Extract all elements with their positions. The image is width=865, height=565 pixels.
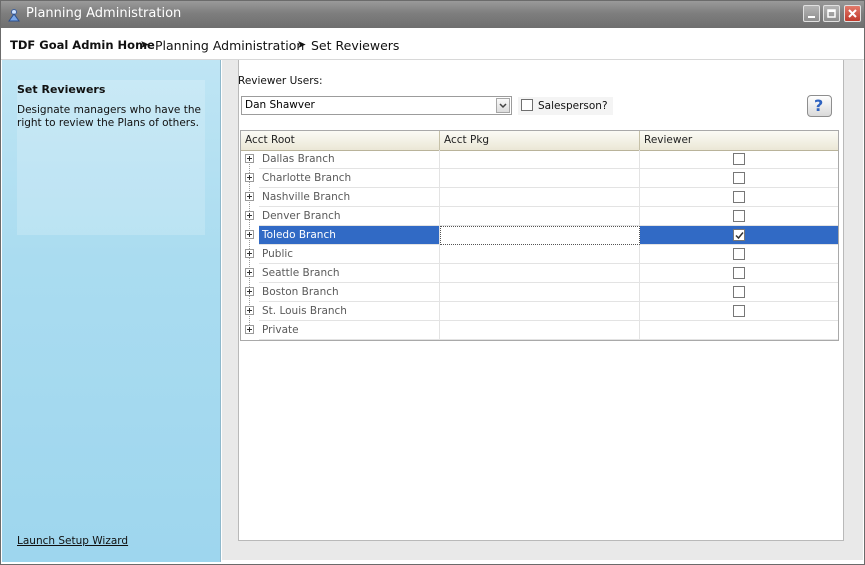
table-row[interactable]: Dallas Branch bbox=[241, 150, 838, 169]
table-row[interactable]: Seattle Branch bbox=[241, 264, 838, 283]
sidebar: Set Reviewers Designate managers who hav… bbox=[2, 60, 221, 562]
acct-root-cell[interactable]: Public bbox=[259, 245, 440, 264]
column-header-reviewer[interactable]: Reviewer bbox=[640, 131, 838, 150]
breadcrumb-separator-icon: ➤ bbox=[140, 38, 150, 51]
acct-pkg-cell[interactable] bbox=[440, 264, 640, 283]
column-header-acct-root[interactable]: Acct Root bbox=[241, 131, 440, 150]
table-row[interactable]: Boston Branch bbox=[241, 283, 838, 302]
help-button[interactable]: ? bbox=[807, 95, 832, 117]
acct-pkg-cell[interactable] bbox=[440, 207, 640, 226]
acct-root-cell[interactable]: Denver Branch bbox=[259, 207, 440, 226]
reviewer-checkbox[interactable] bbox=[733, 172, 745, 184]
acct-pkg-cell[interactable] bbox=[440, 245, 640, 264]
table-row[interactable]: Denver Branch bbox=[241, 207, 838, 226]
reviewer-users-select[interactable]: Dan Shawver bbox=[241, 96, 512, 115]
reviewer-checkbox[interactable] bbox=[733, 305, 745, 317]
breadcrumb: TDF Goal Admin Home ➤ Planning Administr… bbox=[1, 29, 864, 60]
table-row[interactable]: Public bbox=[241, 245, 838, 264]
acct-root-cell[interactable]: Private bbox=[259, 321, 440, 340]
salesperson-checkbox[interactable] bbox=[521, 99, 533, 111]
reviewer-checkbox[interactable] bbox=[733, 267, 745, 279]
sidebar-title: Set Reviewers bbox=[17, 83, 106, 96]
acct-root-cell[interactable]: Nashville Branch bbox=[259, 188, 440, 207]
reviewer-cell bbox=[640, 207, 838, 226]
reviewer-checkbox[interactable] bbox=[733, 286, 745, 298]
acct-pkg-cell[interactable] bbox=[440, 188, 640, 207]
acct-pkg-cell[interactable] bbox=[440, 321, 640, 340]
plus-expander-icon[interactable] bbox=[245, 268, 254, 277]
plus-expander-icon[interactable] bbox=[245, 154, 254, 163]
acct-root-cell[interactable]: Boston Branch bbox=[259, 283, 440, 302]
close-button[interactable] bbox=[844, 5, 861, 22]
acct-pkg-cell[interactable] bbox=[440, 169, 640, 188]
chevron-down-icon bbox=[499, 103, 507, 109]
breadcrumb-current: Set Reviewers bbox=[311, 38, 400, 53]
close-icon bbox=[848, 9, 857, 18]
reviewer-checkbox[interactable] bbox=[733, 191, 745, 203]
launch-setup-wizard-link[interactable]: Launch Setup Wizard bbox=[17, 535, 128, 547]
grid-header: Acct Root Acct Pkg Reviewer bbox=[241, 131, 838, 151]
table-row[interactable]: St. Louis Branch bbox=[241, 302, 838, 321]
maximize-icon bbox=[827, 9, 836, 18]
help-icon: ? bbox=[814, 96, 824, 115]
table-row[interactable]: Toledo Branch bbox=[241, 226, 838, 245]
planning-app-icon bbox=[7, 7, 21, 22]
title-bar[interactable]: Planning Administration bbox=[1, 1, 864, 28]
acct-root-cell[interactable]: St. Louis Branch bbox=[259, 302, 440, 321]
reviewer-cell bbox=[640, 245, 838, 264]
plus-expander-icon[interactable] bbox=[245, 287, 254, 296]
acct-root-cell[interactable]: Toledo Branch bbox=[259, 226, 440, 245]
maximize-button[interactable] bbox=[823, 5, 840, 22]
plus-expander-icon[interactable] bbox=[245, 173, 254, 182]
salesperson-toggle[interactable]: Salesperson? bbox=[518, 97, 613, 115]
reviewer-cell bbox=[640, 169, 838, 188]
table-row[interactable]: Charlotte Branch bbox=[241, 169, 838, 188]
reviewer-cell bbox=[640, 321, 838, 340]
acct-pkg-cell[interactable] bbox=[440, 283, 640, 302]
checkmark-icon bbox=[735, 232, 744, 240]
breadcrumb-home-link[interactable]: TDF Goal Admin Home bbox=[10, 38, 155, 52]
table-row[interactable]: Private bbox=[241, 321, 838, 340]
minimize-button[interactable] bbox=[803, 5, 820, 22]
reviewer-users-value: Dan Shawver bbox=[245, 99, 315, 111]
salesperson-label: Salesperson? bbox=[538, 100, 608, 112]
breadcrumb-planning-admin-link[interactable]: Planning Administration bbox=[155, 38, 304, 53]
reviewer-cell bbox=[640, 264, 838, 283]
app-window: Planning Administration TDF Goal Admin H… bbox=[0, 0, 865, 565]
acct-pkg-cell[interactable] bbox=[440, 302, 640, 321]
reviewer-checkbox[interactable] bbox=[733, 248, 745, 260]
plus-expander-icon[interactable] bbox=[245, 325, 254, 334]
window-title: Planning Administration bbox=[26, 6, 182, 21]
dropdown-button[interactable] bbox=[496, 98, 510, 113]
reviewer-cell bbox=[640, 283, 838, 302]
breadcrumb-separator-icon: ➤ bbox=[297, 38, 307, 51]
plus-expander-icon[interactable] bbox=[245, 249, 254, 258]
reviewer-users-label: Reviewer Users: bbox=[238, 75, 323, 87]
acct-root-cell[interactable]: Dallas Branch bbox=[259, 150, 440, 169]
reviewer-cell bbox=[640, 302, 838, 321]
plus-expander-icon[interactable] bbox=[245, 306, 254, 315]
plus-expander-icon[interactable] bbox=[245, 230, 254, 239]
acct-root-cell[interactable]: Seattle Branch bbox=[259, 264, 440, 283]
minimize-icon bbox=[808, 16, 815, 18]
sidebar-description: Designate managers who have the right to… bbox=[17, 104, 201, 129]
reviewer-cell bbox=[640, 226, 838, 245]
acct-pkg-cell[interactable] bbox=[440, 226, 640, 245]
plus-expander-icon[interactable] bbox=[245, 211, 254, 220]
reviewer-checkbox[interactable] bbox=[733, 153, 745, 165]
acct-root-cell[interactable]: Charlotte Branch bbox=[259, 169, 440, 188]
table-row[interactable]: Nashville Branch bbox=[241, 188, 838, 207]
plus-expander-icon[interactable] bbox=[245, 192, 254, 201]
reviewer-cell bbox=[640, 150, 838, 169]
reviewer-checkbox[interactable] bbox=[733, 210, 745, 222]
reviewer-checkbox[interactable] bbox=[733, 229, 745, 241]
reviewers-grid: Acct Root Acct Pkg Reviewer Dallas Branc… bbox=[240, 130, 839, 341]
acct-pkg-cell[interactable] bbox=[440, 150, 640, 169]
column-header-acct-pkg[interactable]: Acct Pkg bbox=[440, 131, 640, 150]
reviewer-cell bbox=[640, 188, 838, 207]
